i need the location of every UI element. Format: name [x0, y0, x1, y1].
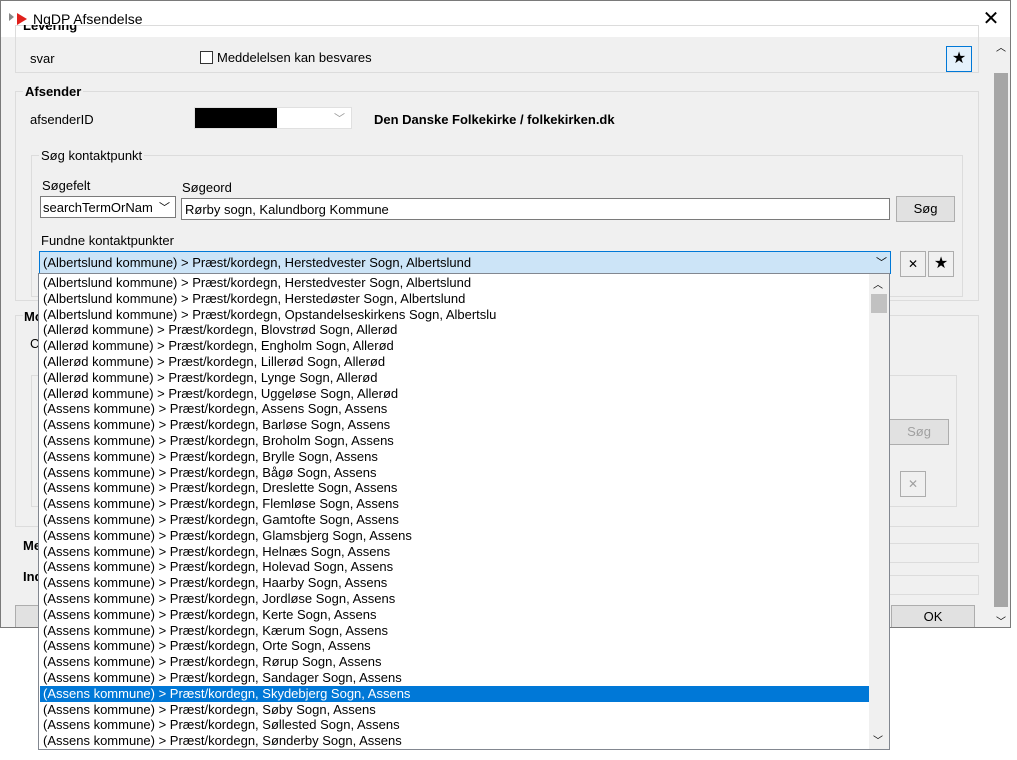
svar-label: svar — [30, 51, 55, 66]
levering-group — [15, 25, 979, 73]
dropdown-item[interactable]: (Allerød kommune) > Præst/kordegn, Lille… — [40, 354, 873, 370]
sogefelt-label: Søgefelt — [42, 178, 91, 193]
sogefelt-select[interactable]: searchTermOrNam ﹀ — [40, 196, 176, 218]
besvares-checkbox-label: Meddelelsen kan besvares — [217, 50, 372, 65]
dropdown-item[interactable]: (Assens kommune) > Præst/kordegn, Holeva… — [40, 559, 873, 575]
dropdown-item[interactable]: (Assens kommune) > Præst/kordegn, Flemlø… — [40, 496, 873, 512]
dropdown-item[interactable]: (Assens kommune) > Præst/kordegn, Orte S… — [40, 638, 873, 654]
dropdown-item[interactable]: (Albertslund kommune) > Præst/kordegn, H… — [40, 275, 873, 291]
scroll-down-icon[interactable]: ﹀ — [996, 613, 1006, 627]
dropdown-item[interactable]: (Allerød kommune) > Præst/kordegn, Lynge… — [40, 370, 873, 386]
dropdown-item[interactable]: (Assens kommune) > Præst/kordegn, Barløs… — [40, 417, 873, 433]
sogeord-input[interactable]: Rørby sogn, Kalundborg Kommune — [181, 198, 890, 220]
dropdown-item[interactable]: (Assens kommune) > Præst/kordegn, Sandag… — [40, 670, 873, 686]
dropdown-item[interactable]: (Assens kommune) > Præst/kordegn, Helnæs… — [40, 544, 873, 560]
afsender-group-label: Afsender — [23, 84, 84, 99]
close-icon[interactable]: ✕ — [977, 7, 1005, 31]
found-label: Fundne kontaktpunkter — [41, 233, 174, 248]
dropdown-item[interactable]: (Assens kommune) > Præst/kordegn, Haarby… — [40, 575, 873, 591]
dropdown-item[interactable]: (Assens kommune) > Præst/kordegn, Jordlø… — [40, 591, 873, 607]
search-button[interactable]: Søg — [896, 196, 955, 222]
dropdown-item[interactable]: (Assens kommune) > Præst/kordegn, Dresle… — [40, 480, 873, 496]
clear-icon[interactable]: ✕ — [900, 251, 926, 277]
dropdown-item[interactable]: (Assens kommune) > Præst/kordegn, Sønder… — [40, 733, 873, 749]
scroll-up-icon[interactable]: ︿ — [996, 39, 1006, 54]
dropdown-item[interactable]: (Assens kommune) > Præst/kordegn, Sølles… — [40, 717, 873, 733]
bg-clear-icon[interactable]: ✕ — [900, 471, 926, 497]
dropdown-item[interactable]: (Assens kommune) > Præst/kordegn, Brohol… — [40, 433, 873, 449]
besvares-checkbox[interactable] — [200, 51, 213, 64]
dropdown-item[interactable]: (Assens kommune) > Præst/kordegn, Søby S… — [40, 702, 873, 718]
levering-group-label: Levering — [23, 25, 78, 33]
dropdown-item[interactable]: (Assens kommune) > Præst/kordegn, Kerte … — [40, 607, 873, 623]
bg-search-button[interactable]: Søg — [889, 419, 949, 445]
afsender-name: Den Danske Folkekirke / folkekirken.dk — [374, 112, 615, 127]
found-contacts-select[interactable]: (Albertslund kommune) > Præst/kordegn, H… — [39, 251, 891, 274]
star-icon[interactable]: ★ — [928, 251, 954, 277]
ok-button[interactable]: OK — [891, 605, 975, 627]
search-group-label: Søg kontaktpunkt — [39, 148, 145, 163]
afsenderid-select[interactable]: ﹀ — [194, 107, 352, 129]
dropdown-item[interactable]: (Assens kommune) > Præst/kordegn, Skydeb… — [40, 685, 873, 702]
chevron-down-icon: ﹀ — [334, 113, 345, 125]
dropdown-item[interactable]: (Allerød kommune) > Præst/kordegn, Uggel… — [40, 386, 873, 402]
dropdown-item[interactable]: (Assens kommune) > Præst/kordegn, Glamsb… — [40, 528, 873, 544]
dropdown-item[interactable]: (Assens kommune) > Præst/kordegn, Assens… — [40, 401, 873, 417]
redacted-value — [195, 108, 277, 128]
window-scrollbar-thumb[interactable] — [994, 73, 1008, 607]
dropdown-item[interactable]: (Assens kommune) > Præst/kordegn, Brylle… — [40, 449, 873, 465]
dropdown-scrollbar-thumb[interactable] — [871, 294, 887, 313]
dropdown-scrollbar[interactable] — [869, 274, 889, 749]
dropdown-scroll-down-icon[interactable]: ﹀ — [873, 732, 883, 747]
found-contacts-dropdown-list[interactable]: (Albertslund kommune) > Præst/kordegn, H… — [38, 273, 890, 750]
sogefelt-value: searchTermOrNam — [43, 200, 153, 215]
dropdown-item[interactable]: (Assens kommune) > Præst/kordegn, Gamtof… — [40, 512, 873, 528]
dropdown-item[interactable]: (Assens kommune) > Præst/kordegn, Rørup … — [40, 654, 873, 670]
sogeord-label: Søgeord — [182, 180, 232, 195]
chevron-down-icon: ﹀ — [876, 257, 887, 269]
found-selected-value: (Albertslund kommune) > Præst/kordegn, H… — [43, 255, 472, 270]
dropdown-item[interactable]: (Allerød kommune) > Præst/kordegn, Engho… — [40, 338, 873, 354]
dropdown-item[interactable]: (Assens kommune) > Præst/kordegn, Bågø S… — [40, 465, 873, 481]
dropdown-item[interactable]: (Albertslund kommune) > Præst/kordegn, O… — [40, 307, 873, 323]
sogeord-value: Rørby sogn, Kalundborg Kommune — [185, 202, 389, 217]
dropdown-item[interactable]: (Albertslund kommune) > Præst/kordegn, H… — [40, 291, 873, 307]
dropdown-item[interactable]: (Assens kommune) > Præst/kordegn, Kærum … — [40, 623, 873, 639]
dropdown-item[interactable]: (Allerød kommune) > Præst/kordegn, Blovs… — [40, 322, 873, 338]
dropdown-scroll-up-icon[interactable]: ︿ — [873, 276, 883, 291]
chevron-down-icon: ﹀ — [159, 202, 170, 214]
afsenderid-label: afsenderID — [30, 112, 94, 127]
favorite-star-icon[interactable]: ★ — [946, 46, 972, 72]
